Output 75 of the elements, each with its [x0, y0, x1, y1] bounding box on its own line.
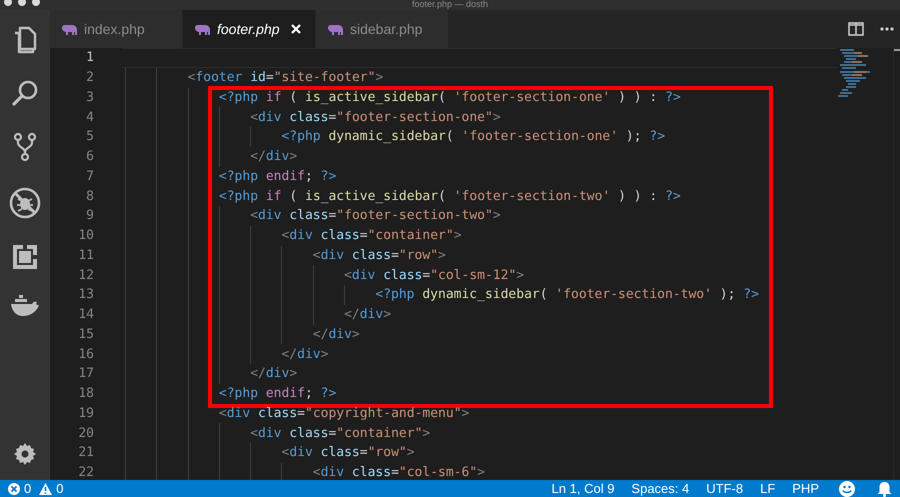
line-number: 9 [85, 208, 95, 224]
code-line: <footer id="site-footer"> [188, 70, 384, 86]
editor-tab[interactable]: index.php [50, 10, 183, 48]
line-number: 12 [77, 268, 95, 283]
line-number: 2 [85, 70, 95, 86]
code-line: <?php dynamic_sidebar( 'footer-section-two' ); ?> [375, 287, 759, 302]
line-number: 18 [77, 386, 95, 402]
code-line: <?php if ( is_active_sidebar( 'footer-section-two' ) ) : ?> [218, 188, 681, 204]
line-number: 10 [77, 228, 95, 244]
code-line: <div class="copyright-and-menu"> [218, 406, 470, 421]
code-line: <?php endif; ?> [218, 168, 336, 184]
settings-icon[interactable] [13, 442, 37, 466]
line-number: 20 [77, 426, 95, 441]
no-bug-icon[interactable] [9, 187, 41, 219]
code-line: <div class="col-sm-12"> [344, 268, 524, 283]
code-line: <?php dynamic_sidebar( 'footer-section-one' ); ?> [281, 129, 666, 144]
error-count[interactable]: 0 [24, 481, 32, 496]
scrollbar[interactable] [893, 48, 900, 480]
line-number: 4 [85, 110, 95, 125]
more-icon[interactable] [880, 27, 894, 31]
branch-icon[interactable] [13, 132, 37, 162]
bell-icon[interactable] [877, 480, 892, 496]
code-line: <?php endif; ?> [218, 386, 336, 402]
whale-icon[interactable] [10, 295, 40, 317]
indent-guide [344, 285, 346, 305]
error-icon[interactable] [8, 482, 20, 494]
editor-tab[interactable]: footer.php [183, 10, 316, 48]
code-line: <div class="footer-section-two"> [250, 208, 501, 224]
extensions-icon[interactable] [12, 244, 38, 270]
close-icon[interactable] [291, 24, 301, 34]
indent-guide [250, 127, 252, 147]
indent-guide [281, 462, 282, 480]
code-line: <div class="row"> [281, 445, 415, 460]
line-number: 16 [77, 346, 95, 362]
line-number: 14 [77, 307, 95, 322]
code-line: </div> [250, 149, 298, 164]
search-icon[interactable] [11, 79, 39, 107]
editor-tab[interactable]: sidebar.php [316, 10, 449, 48]
line-number: 8 [85, 188, 95, 204]
code-line: <div class="footer-section-one"> [250, 110, 501, 125]
code-line: <div class="container"> [250, 426, 430, 441]
line-number: 6 [85, 149, 95, 164]
status-item[interactable]: Spaces: 4 [631, 481, 690, 496]
line-number: 15 [77, 326, 95, 342]
window-title: footer.php — dosth [412, 0, 488, 8]
status-item[interactable]: LF [760, 481, 776, 496]
code-line: <div class="container"> [281, 228, 462, 244]
line-number: 7 [85, 168, 95, 184]
code-line: </div> [344, 307, 392, 322]
warning-count[interactable]: 0 [56, 481, 64, 496]
line-number: 5 [85, 129, 95, 144]
code-line: <?php if ( is_active_sidebar( 'footer-section-one' ) ) : ?> [218, 90, 681, 105]
split-editor-icon[interactable] [848, 22, 864, 36]
warning-icon[interactable] [39, 482, 52, 494]
line-number: 17 [77, 366, 95, 382]
line-number: 19 [77, 406, 95, 421]
files-icon[interactable] [12, 26, 38, 54]
smiley-icon[interactable] [839, 480, 855, 496]
status-item[interactable]: PHP [792, 481, 819, 496]
status-item[interactable]: Ln 1, Col 9 [552, 481, 614, 496]
line-number: 22 [77, 465, 95, 480]
code-line: </div> [312, 326, 360, 342]
code-line: <div class="row"> [312, 248, 446, 263]
status-item[interactable]: UTF-8 [706, 481, 744, 496]
code-line: <div class="col-sm-6"> [312, 465, 485, 480]
line-number: 21 [77, 445, 95, 460]
elephant-icon [62, 24, 77, 34]
line-number: 11 [77, 248, 95, 263]
code-line: </div> [281, 346, 328, 362]
code-line: </div> [250, 366, 298, 382]
line-number: 13 [77, 287, 95, 302]
line-number: 3 [85, 90, 95, 105]
elephant-icon [195, 24, 210, 34]
elephant-icon [328, 24, 343, 34]
line-number: 1 [85, 50, 95, 66]
